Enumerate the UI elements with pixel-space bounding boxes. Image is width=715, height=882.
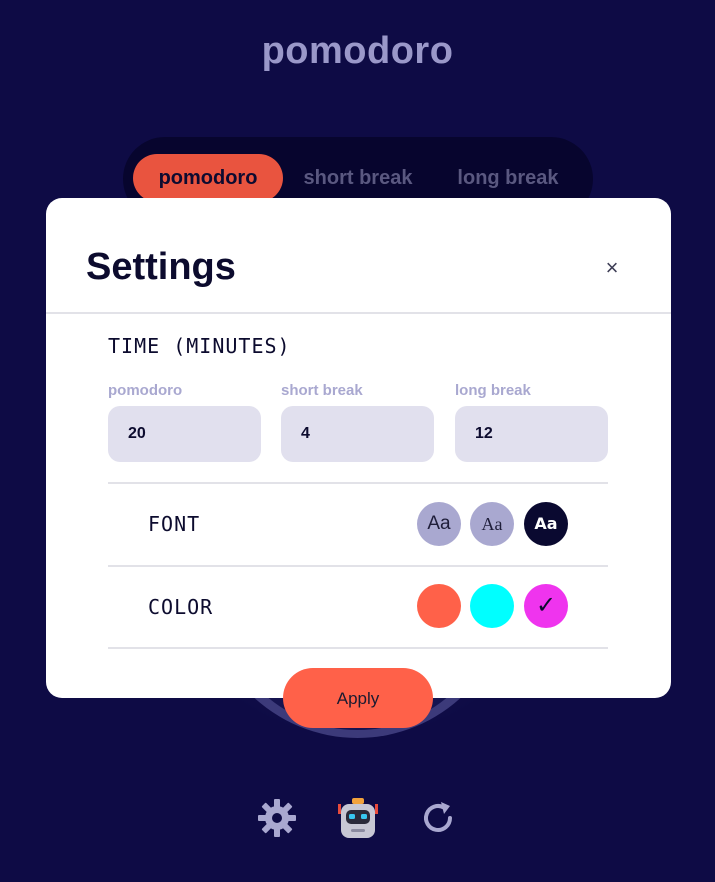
close-button[interactable]: ×	[600, 256, 624, 280]
font-label: FONT	[148, 512, 201, 536]
settings-modal: Settings × TIME (MINUTES) pomodoro short…	[46, 198, 671, 698]
robot-icon[interactable]	[337, 796, 379, 838]
tab-pomodoro[interactable]: pomodoro	[133, 154, 283, 202]
font-option-serif[interactable]: Aa	[470, 502, 514, 546]
color-option-magenta[interactable]: ✓	[524, 584, 568, 628]
time-divider	[108, 482, 608, 484]
color-option-coral[interactable]	[417, 584, 461, 628]
short-break-field-label: short break	[281, 382, 363, 399]
settings-title: Settings	[86, 246, 236, 288]
font-option-bold[interactable]: Aa	[524, 502, 568, 546]
pomodoro-minutes-input[interactable]	[108, 406, 261, 462]
time-section-title: TIME (MINUTES)	[108, 334, 291, 358]
long-break-field-label: long break	[455, 382, 531, 399]
apply-button[interactable]: Apply	[283, 668, 433, 728]
tab-long-break[interactable]: long break	[433, 154, 583, 202]
font-divider	[108, 565, 608, 567]
color-option-cyan[interactable]	[470, 584, 514, 628]
color-label: COLOR	[148, 595, 214, 619]
font-option-sans[interactable]: Aa	[417, 502, 461, 546]
color-divider	[108, 647, 608, 649]
short-break-minutes-input[interactable]	[281, 406, 434, 462]
tab-short-break[interactable]: short break	[283, 154, 433, 202]
refresh-icon[interactable]	[417, 797, 459, 839]
long-break-minutes-input[interactable]	[455, 406, 608, 462]
gear-icon[interactable]	[256, 797, 298, 839]
pomodoro-field-label: pomodoro	[108, 382, 183, 399]
app-title: pomodoro	[261, 30, 454, 72]
pomodoro-app: pomodoro pomodoro short break long break…	[0, 0, 715, 882]
header-divider	[46, 312, 671, 314]
